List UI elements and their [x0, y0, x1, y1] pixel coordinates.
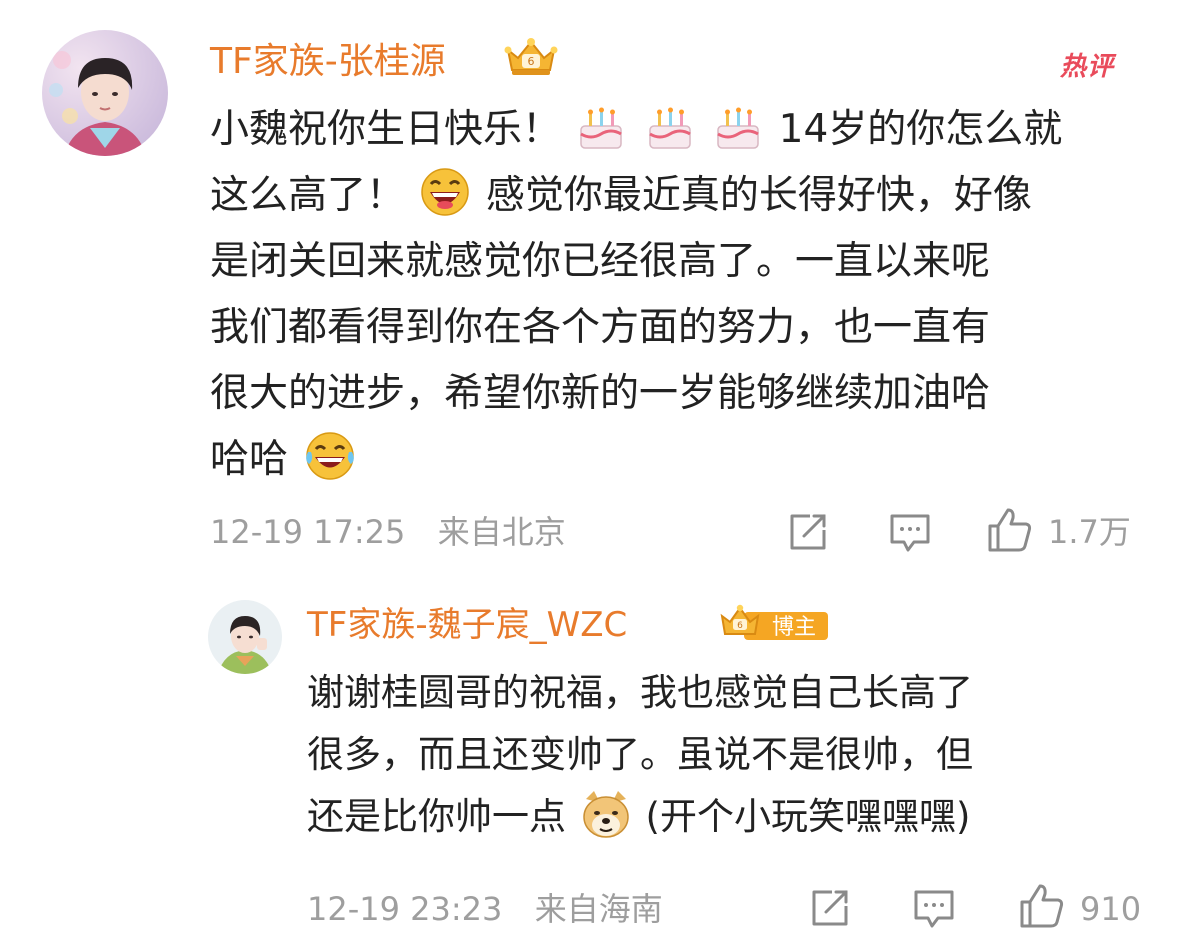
comment-line: 是闭关回来就感觉你已经很高了。一直以来呢: [210, 239, 991, 284]
share-icon[interactable]: [808, 886, 852, 930]
doge-emoji-icon: [580, 789, 632, 839]
grin-emoji-icon: [419, 166, 471, 218]
svg-text:6: 6: [528, 55, 535, 68]
like-count: 910: [1080, 890, 1142, 928]
comment-text-segment: 小魏祝你生日快乐！: [210, 107, 562, 152]
blogger-badge-icon: 6 博主: [720, 604, 828, 640]
hot-comment-tag: 热评: [1060, 52, 1115, 82]
comment-icon[interactable]: [912, 886, 956, 930]
commenter-avatar[interactable]: [42, 30, 168, 156]
laugh-tears-emoji-icon: [302, 430, 358, 482]
cake-emoji-icon: [712, 104, 764, 152]
like-icon[interactable]: [1018, 882, 1066, 930]
reply-username[interactable]: TF家族-魏子宸_WZC: [307, 603, 627, 647]
comment-icon[interactable]: [888, 510, 932, 554]
reply-body: 谢谢桂圆哥的祝福，我也感觉自己长高了 很多，而且还变帅了。虽说不是很帅，但 还是…: [307, 662, 973, 848]
comment-text-segment: 哈哈: [210, 437, 289, 482]
reply-meta: 12-19 23:23 来自海南: [307, 889, 663, 929]
comment-timestamp: 12-19 17:25: [210, 513, 406, 551]
comment-text-segment: 这么高了！: [210, 173, 406, 218]
reply-line: 还是比你帅一点 (开个小玩笑嘿嘿嘿): [307, 786, 973, 848]
like-count: 1.7万: [1048, 513, 1131, 551]
reply-timestamp: 12-19 23:23: [307, 890, 503, 928]
comment-line: 小魏祝你生日快乐！ 14岁的你怎么就: [210, 97, 1062, 163]
reply-line: 谢谢桂圆哥的祝福，我也感觉自己长高了: [307, 671, 973, 714]
reply-text-segment: 还是比你帅一点: [307, 795, 566, 838]
reply-location: 来自海南: [534, 890, 663, 928]
cake-emoji-icon: [575, 104, 627, 152]
comment-text-segment: 14岁的你怎么就: [778, 107, 1063, 152]
blogger-badge-label: 博主: [772, 615, 816, 640]
share-icon[interactable]: [786, 510, 830, 554]
like-icon[interactable]: [986, 506, 1034, 554]
crown-badge-icon: 6: [504, 38, 558, 75]
comment-location: 来自北京: [437, 513, 566, 551]
comment-line: 我们都看得到你在各个方面的努力，也一直有: [210, 305, 991, 350]
weibo-comment-thread: TF家族-张桂源 6 热评 小魏祝你生日快乐！ 14岁的你怎么就 这么高了！ 感…: [0, 0, 1179, 947]
cake-emoji-icon: [644, 104, 696, 152]
commenter-username[interactable]: TF家族-张桂源: [210, 40, 446, 84]
comment-line: 哈哈: [210, 427, 1062, 493]
comment-body: 小魏祝你生日快乐！ 14岁的你怎么就 这么高了！ 感觉你最近真的长得好快，好像 …: [210, 97, 1062, 493]
svg-text:6: 6: [737, 621, 743, 631]
comment-text-segment: 感觉你最近真的长得好快，好像: [485, 173, 1032, 218]
comment-meta: 12-19 17:25 来自北京: [210, 512, 566, 552]
reply-text-segment: (开个小玩笑嘿嘿嘿): [645, 795, 971, 838]
comment-line: 这么高了！ 感觉你最近真的长得好快，好像: [210, 163, 1062, 229]
reply-line: 很多，而且还变帅了。虽说不是很帅，但: [307, 733, 973, 776]
reply-avatar[interactable]: [208, 600, 282, 674]
comment-line: 很大的进步，希望你新的一岁能够继续加油哈: [210, 371, 991, 416]
